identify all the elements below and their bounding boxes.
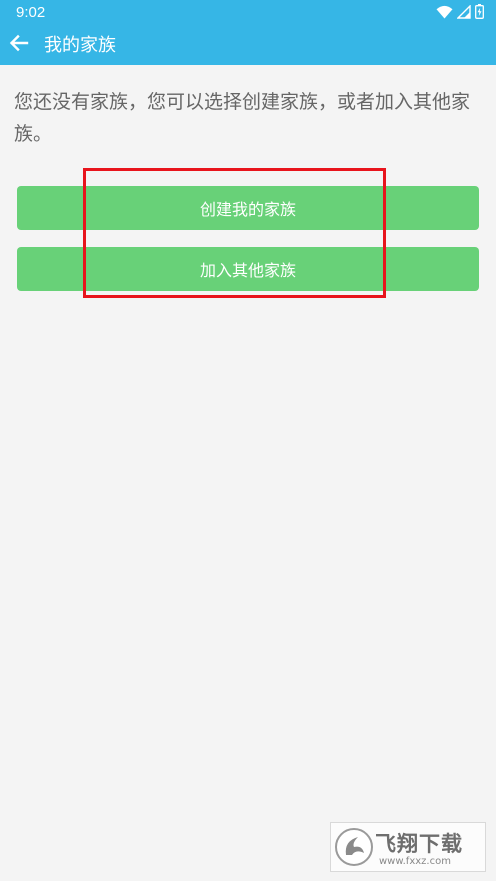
arrow-left-icon	[8, 32, 30, 58]
page-title: 我的家族	[44, 35, 116, 56]
watermark: 飞翔下载 www.fxxz.com	[330, 822, 486, 872]
status-time: 9:02	[16, 4, 46, 21]
wifi-icon	[436, 4, 453, 23]
battery-icon	[475, 3, 484, 23]
watermark-text: 飞翔下载	[375, 832, 463, 856]
signal-icon	[456, 3, 471, 23]
fxxz-logo-icon	[334, 825, 374, 873]
join-family-button[interactable]: 加入其他家族	[17, 247, 479, 291]
status-bar: 9:02	[0, 0, 496, 26]
back-button[interactable]	[6, 32, 32, 58]
status-icons	[436, 3, 484, 23]
app-bar: 我的家族	[0, 26, 496, 65]
no-family-message: 您还没有家族，您可以选择创建家族，或者加入其他家族。	[14, 91, 471, 145]
create-family-button[interactable]: 创建我的家族	[17, 186, 479, 230]
watermark-url: www.fxxz.com	[379, 856, 451, 867]
